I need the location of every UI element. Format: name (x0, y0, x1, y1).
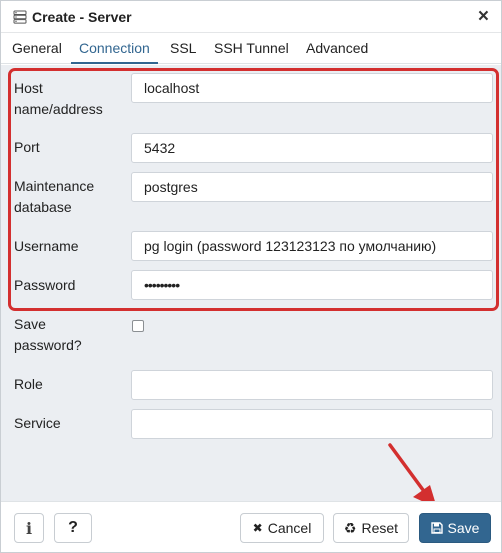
close-icon: ✖ (252, 521, 263, 535)
info-button[interactable]: i (14, 513, 44, 543)
highlight-box (8, 68, 499, 311)
help-button[interactable]: ? (54, 513, 92, 543)
tab-bar: General Connection SSL SSH Tunnel Advanc… (1, 34, 501, 64)
save-label: Save (447, 520, 480, 536)
dialog-title: Create - Server (32, 8, 132, 25)
dialog-footer: i ? ✖ Cancel ♻ Reset Save (1, 501, 501, 552)
tab-ssh-tunnel[interactable]: SSH Tunnel (214, 34, 289, 64)
close-icon[interactable]: × (478, 7, 489, 27)
save-button[interactable]: Save (419, 513, 491, 543)
service-input[interactable] (131, 409, 493, 439)
tab-ssl[interactable]: SSL (170, 34, 196, 64)
role-input[interactable] (131, 370, 493, 400)
dialog-titlebar[interactable]: Create - Server × (1, 1, 501, 33)
save-password-label: Save password? (14, 314, 82, 356)
cancel-button[interactable]: ✖ Cancel (240, 513, 324, 543)
connection-form: Host name/address localhost Port 5432 Ma… (1, 65, 501, 501)
cancel-label: Cancel (267, 520, 312, 536)
create-server-dialog: Create - Server × General Connection SSL… (0, 0, 502, 553)
tab-advanced[interactable]: Advanced (306, 34, 368, 64)
service-label: Service (14, 415, 61, 431)
reset-label: Reset (361, 520, 399, 536)
role-label: Role (14, 376, 43, 392)
reset-button[interactable]: ♻ Reset (333, 513, 409, 543)
tab-general[interactable]: General (12, 34, 62, 64)
server-icon (13, 10, 27, 24)
save-password-label-line2: password? (14, 337, 82, 353)
recycle-icon: ♻ (343, 519, 357, 536)
floppy-disk-icon (430, 522, 443, 534)
save-password-checkbox[interactable] (132, 320, 144, 332)
save-password-label-line1: Save (14, 316, 46, 332)
tab-connection[interactable]: Connection (71, 34, 158, 64)
